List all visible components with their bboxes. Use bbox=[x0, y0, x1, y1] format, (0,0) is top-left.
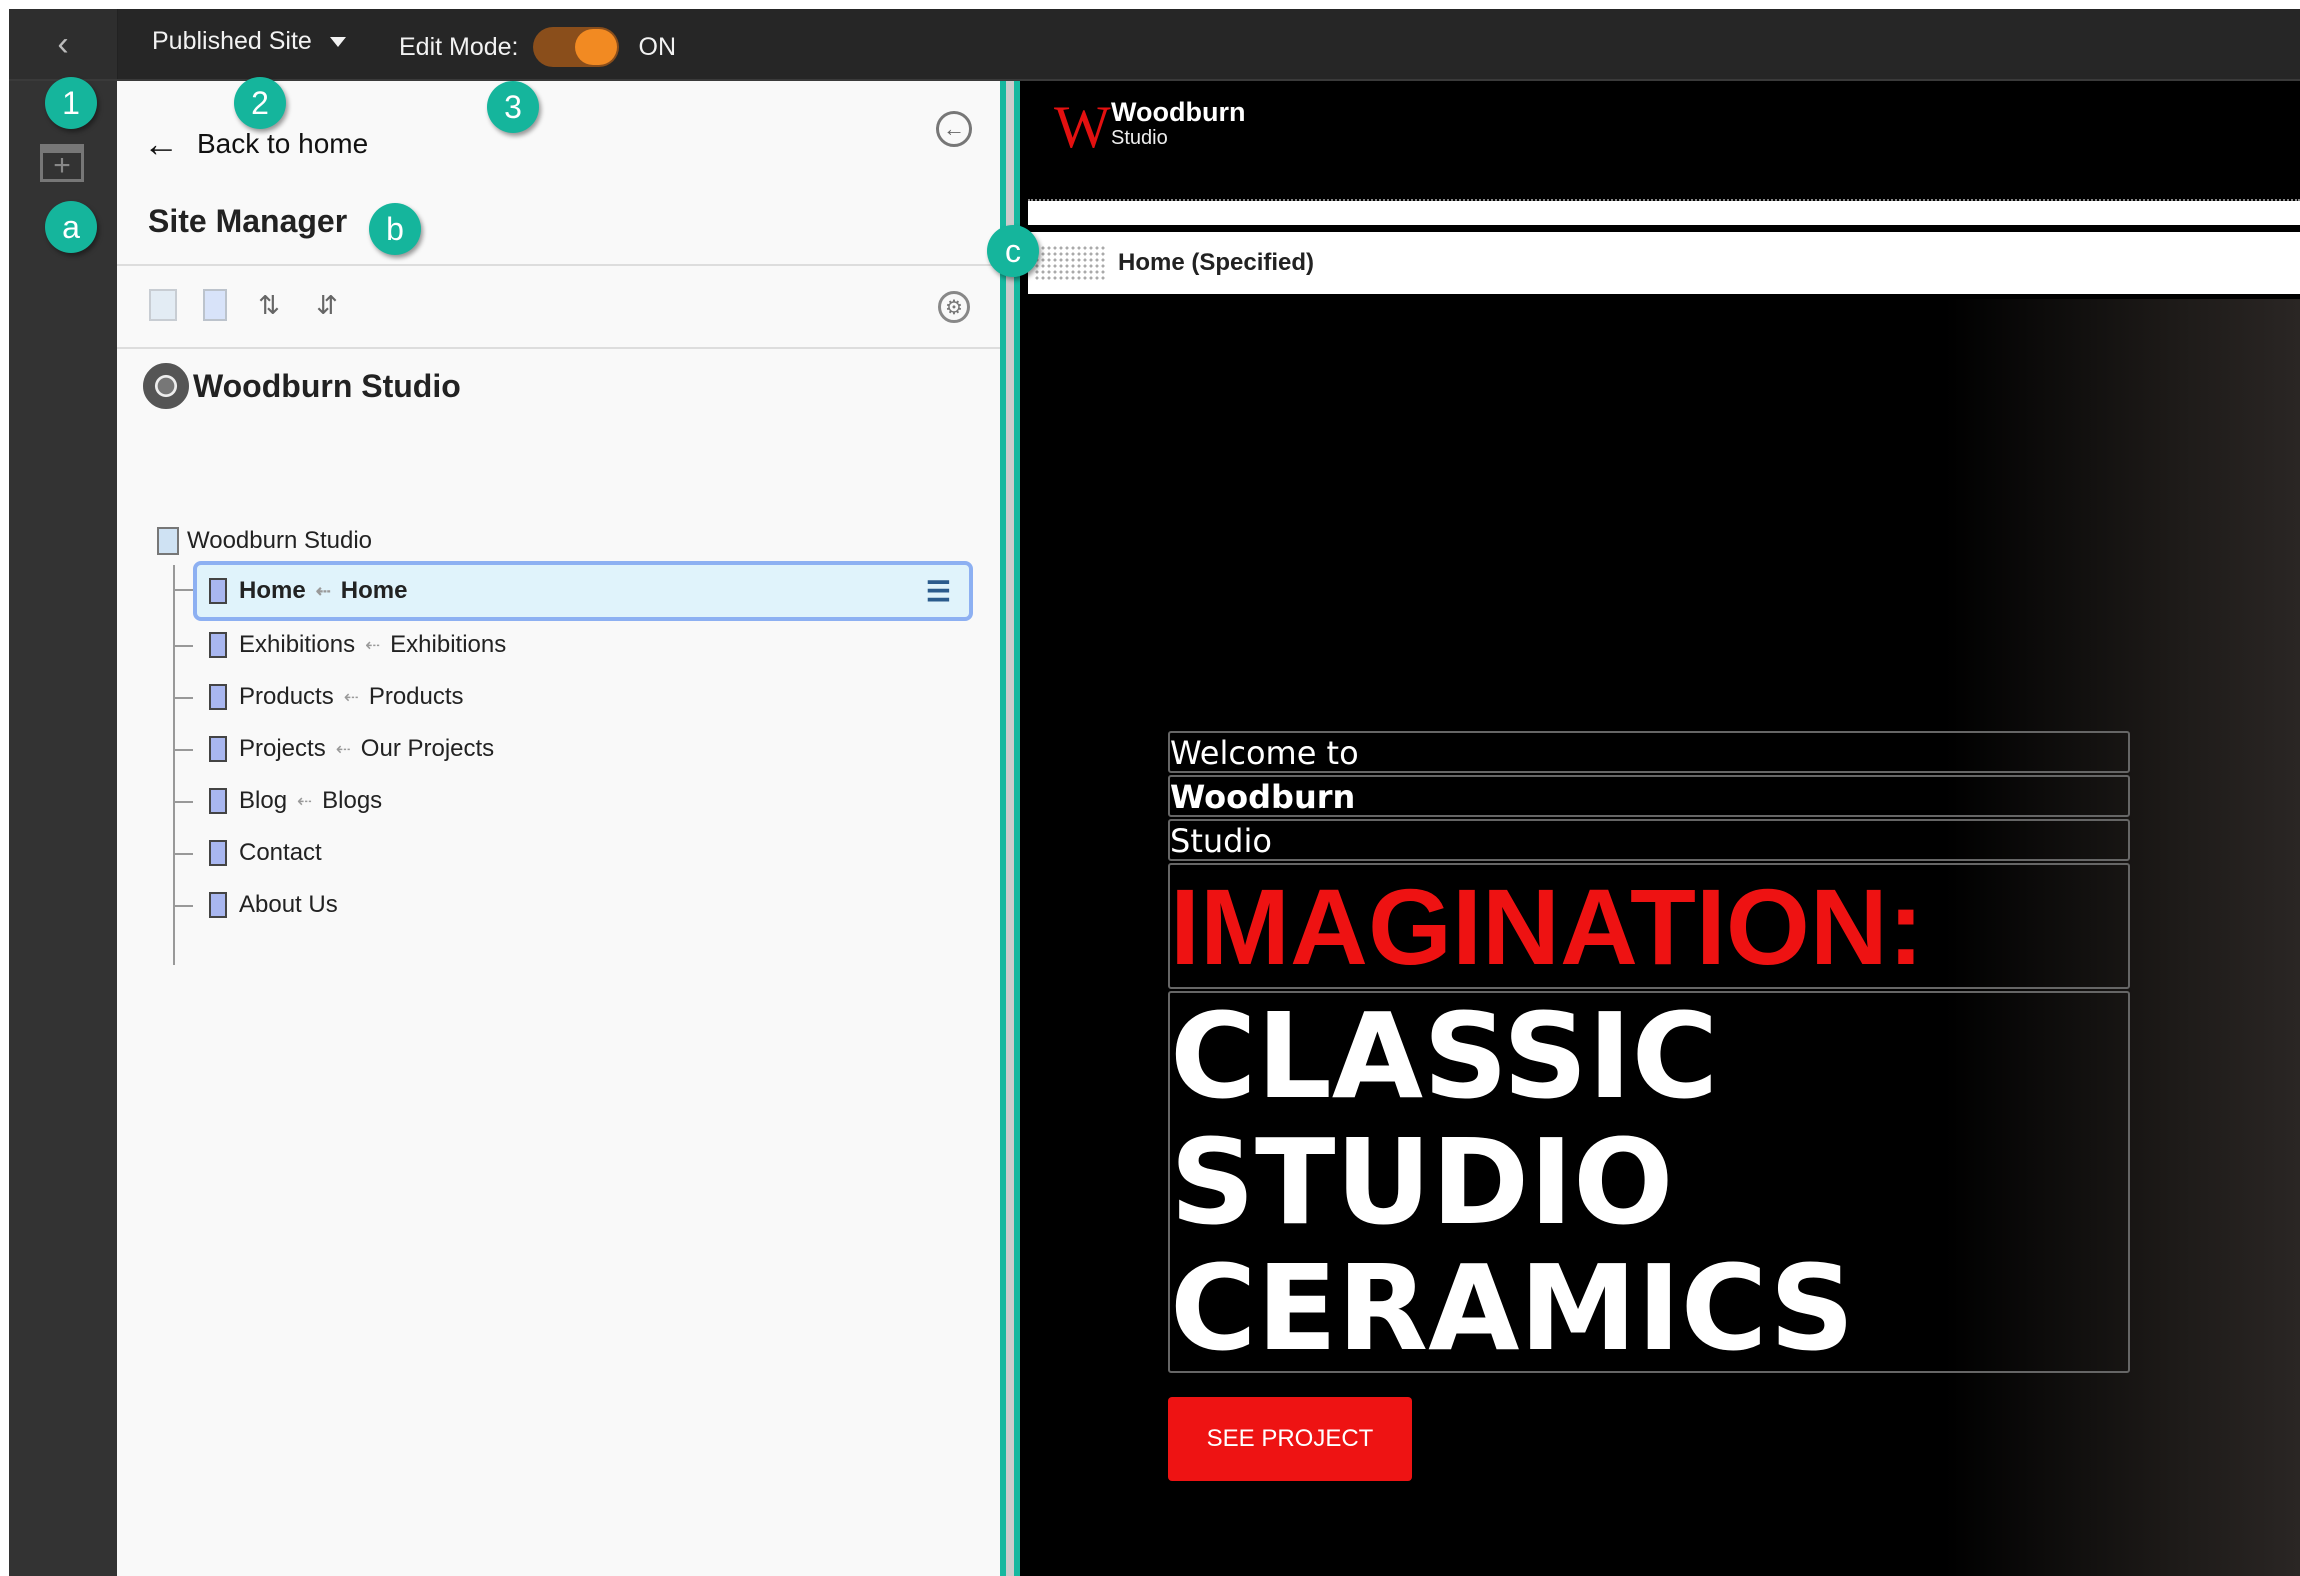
new-page-icon[interactable] bbox=[149, 289, 177, 321]
site-heading: Woodburn Studio bbox=[143, 363, 461, 409]
hero-brand[interactable]: Woodburn bbox=[1168, 775, 2130, 817]
node-target: Our Projects bbox=[360, 735, 495, 762]
hero-line: CLASSIC bbox=[1170, 987, 1719, 1125]
edit-mode-toggle[interactable] bbox=[532, 27, 619, 67]
callout-c: c bbox=[987, 225, 1039, 277]
site-selector-label: Published Site bbox=[152, 27, 312, 55]
collapse-panel-icon[interactable]: ← bbox=[936, 111, 972, 147]
page-icon bbox=[209, 840, 227, 866]
hero-headline-white[interactable]: CLASSIC STUDIO CERAMICS bbox=[1168, 991, 2130, 1373]
drag-grip-icon[interactable] bbox=[1034, 245, 1106, 281]
globe-icon bbox=[143, 363, 189, 409]
page-label: Home (Specified) bbox=[1118, 249, 1315, 276]
edit-mode-state: ON bbox=[638, 32, 677, 61]
site-selector-dropdown[interactable]: Published Site bbox=[152, 27, 346, 56]
site-manager-panel: ← Back to home ← Site Manager ⇅ ⇵ ⚙ Wood… bbox=[117, 81, 1000, 1576]
callout-2: 2 bbox=[234, 77, 286, 129]
new-document-icon[interactable] bbox=[203, 289, 227, 321]
page-icon bbox=[209, 578, 227, 604]
tree-node-blog[interactable]: Blog ⇠ Blogs bbox=[173, 777, 977, 825]
gear-icon[interactable]: ⚙ bbox=[938, 291, 970, 323]
edit-mode-control: Edit Mode: ON bbox=[399, 27, 676, 67]
arrow-left-icon: ← bbox=[143, 123, 179, 164]
page-preview: W Woodburn Studio Home (Specified) Welco… bbox=[1000, 81, 2300, 1576]
tree-toolbar: ⇅ ⇵ bbox=[149, 287, 343, 323]
node-target: Products bbox=[368, 683, 464, 710]
site-folder-icon bbox=[157, 527, 179, 555]
app-window: ‹ Published Site Edit Mode: ON + ← Back … bbox=[9, 9, 2300, 1576]
tree-node-products[interactable]: Products ⇠ Products bbox=[173, 673, 977, 721]
page-icon bbox=[209, 892, 227, 918]
add-page-icon[interactable]: + bbox=[40, 144, 84, 182]
divider bbox=[117, 264, 1000, 266]
node-name: About Us bbox=[239, 891, 338, 918]
site-tree: Woodburn Studio Home ⇠ Home ☰ Exhibition… bbox=[157, 521, 977, 965]
left-rail: + bbox=[9, 81, 117, 1576]
page-icon bbox=[209, 684, 227, 710]
page-icon bbox=[209, 788, 227, 814]
node-name: Blog bbox=[239, 787, 288, 814]
logo-subtitle: Studio bbox=[1111, 127, 1168, 149]
toggle-knob bbox=[574, 29, 617, 65]
tree-root[interactable]: Woodburn Studio bbox=[157, 521, 977, 561]
edit-mode-label: Edit Mode: bbox=[399, 32, 519, 61]
node-name: Exhibitions bbox=[239, 631, 356, 658]
back-to-home-label: Back to home bbox=[197, 128, 369, 159]
link-arrow-icon: ⇠ bbox=[297, 790, 313, 811]
node-name: Home bbox=[239, 577, 306, 604]
tree-node-projects[interactable]: Projects ⇠ Our Projects bbox=[173, 725, 977, 773]
tree-node-contact[interactable]: Contact bbox=[173, 829, 977, 877]
top-bar: ‹ Published Site Edit Mode: ON bbox=[9, 9, 2300, 81]
page-label-bar: Home (Specified) bbox=[1028, 232, 2300, 294]
logo-mark: W bbox=[1054, 94, 1111, 160]
callout-3: 3 bbox=[487, 81, 539, 133]
tree-node-home[interactable]: Home ⇠ Home ☰ bbox=[173, 561, 973, 621]
expand-all-icon[interactable]: ⇅ bbox=[253, 287, 285, 323]
chevron-left-icon: ‹ bbox=[57, 24, 69, 63]
spacer bbox=[1028, 225, 2300, 232]
node-name: Products bbox=[239, 683, 334, 710]
hero-section: Welcome to Woodburn Studio IMAGINATION: … bbox=[1028, 299, 2300, 1576]
page-icon bbox=[209, 736, 227, 762]
link-arrow-icon: ⇠ bbox=[343, 686, 359, 707]
see-project-button[interactable]: SEE PROJECT bbox=[1168, 1397, 1412, 1481]
node-name: Projects bbox=[239, 735, 326, 762]
link-arrow-icon: ⇠ bbox=[315, 580, 331, 601]
link-arrow-icon: ⇠ bbox=[365, 634, 381, 655]
divider bbox=[117, 347, 1000, 349]
hero-line: CERAMICS bbox=[1170, 1239, 1855, 1377]
collapse-back-button[interactable]: ‹ bbox=[9, 9, 118, 79]
node-target: Home bbox=[340, 577, 408, 604]
hero-welcome[interactable]: Welcome to bbox=[1168, 731, 2130, 773]
caret-down-icon bbox=[329, 36, 346, 47]
hamburger-menu-icon[interactable]: ☰ bbox=[926, 575, 951, 608]
logo-name: Woodburn bbox=[1111, 97, 1246, 127]
callout-a: a bbox=[45, 201, 97, 253]
site-header[interactable]: W Woodburn Studio bbox=[1028, 81, 2300, 201]
tree-node-about-us[interactable]: About Us bbox=[173, 881, 977, 929]
hero-headline-red[interactable]: IMAGINATION: bbox=[1168, 863, 2130, 989]
node-name: Contact bbox=[239, 839, 322, 866]
tree-root-label: Woodburn Studio bbox=[187, 527, 373, 554]
link-arrow-icon: ⇠ bbox=[335, 738, 351, 759]
callout-b: b bbox=[369, 203, 421, 255]
node-target: Exhibitions bbox=[390, 631, 507, 658]
callout-1: 1 bbox=[45, 77, 97, 129]
preview-resize-handle[interactable] bbox=[1000, 81, 1020, 1576]
hero-line: STUDIO bbox=[1170, 1113, 1674, 1251]
hero-studio[interactable]: Studio bbox=[1168, 819, 2130, 861]
tree-node-exhibitions[interactable]: Exhibitions ⇠ Exhibitions bbox=[173, 621, 977, 669]
collapse-all-icon[interactable]: ⇵ bbox=[311, 287, 343, 323]
spacer bbox=[1028, 201, 2300, 225]
back-to-home-link[interactable]: ← Back to home bbox=[143, 123, 368, 165]
panel-title: Site Manager bbox=[148, 203, 348, 239]
site-name: Woodburn Studio bbox=[193, 367, 461, 404]
page-icon bbox=[209, 632, 227, 658]
node-target: Blogs bbox=[322, 787, 383, 814]
